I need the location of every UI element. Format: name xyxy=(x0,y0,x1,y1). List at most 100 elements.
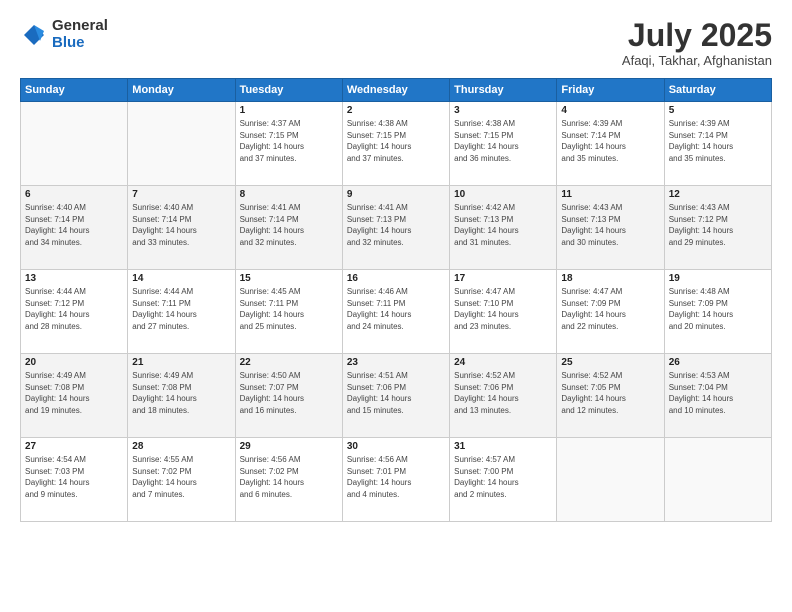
title-month: July 2025 xyxy=(622,18,772,53)
table-row: 24 Sunrise: 4:52 AM Sunset: 7:06 PM Dayli… xyxy=(450,354,557,438)
calendar-week-row: 27Sunrise: 4:54 AM Sunset: 7:03 PM Dayli… xyxy=(21,438,772,522)
day-number: 18 xyxy=(561,273,659,284)
day-number: 23 xyxy=(347,357,445,368)
day-number: 9 xyxy=(347,189,445,200)
day-number: 6 xyxy=(25,189,123,200)
day-number: 26 xyxy=(669,357,767,368)
col-thursday: Thursday xyxy=(450,79,557,102)
table-row: 8 Sunrise: 4:41 AM Sunset: 7:14 PM Daylig… xyxy=(235,186,342,270)
day-number: 2 xyxy=(347,105,445,116)
table-row: 12Sunrise: 4:43 AM Sunset: 7:12 PM Dayli… xyxy=(664,186,771,270)
title-location: Afaqi, Takhar, Afghanistan xyxy=(622,53,772,68)
day-info: Sunrise: 4:43 AM Sunset: 7:12 PM Dayligh… xyxy=(669,202,767,248)
table-row: 5Sunrise: 4:39 AM Sunset: 7:14 PM Daylig… xyxy=(664,102,771,186)
day-number: 16 xyxy=(347,273,445,284)
table-row: 25 Sunrise: 4:52 AM Sunset: 7:05 PM Dayli… xyxy=(557,354,664,438)
table-row: 1Sunrise: 4:37 AM Sunset: 7:15 PM Daylig… xyxy=(235,102,342,186)
day-info: Sunrise: 4:52 AM Sunset: 7:06 PM Dayligh… xyxy=(454,370,552,416)
day-number: 10 xyxy=(454,189,552,200)
table-row: 3 Sunrise: 4:38 AM Sunset: 7:15 PM Daylig… xyxy=(450,102,557,186)
day-number: 8 xyxy=(240,189,338,200)
col-monday: Monday xyxy=(128,79,235,102)
table-row: 10 Sunrise: 4:42 AM Sunset: 7:13 PM Dayli… xyxy=(450,186,557,270)
day-number: 25 xyxy=(561,357,659,368)
calendar-week-row: 13Sunrise: 4:44 AM Sunset: 7:12 PM Dayli… xyxy=(21,270,772,354)
day-number: 1 xyxy=(240,105,338,116)
day-number: 3 xyxy=(454,105,552,116)
day-info: Sunrise: 4:38 AM Sunset: 7:15 PM Dayligh… xyxy=(454,118,552,164)
calendar-week-row: 1Sunrise: 4:37 AM Sunset: 7:15 PM Daylig… xyxy=(21,102,772,186)
day-info: Sunrise: 4:39 AM Sunset: 7:14 PM Dayligh… xyxy=(669,118,767,164)
day-number: 22 xyxy=(240,357,338,368)
day-info: Sunrise: 4:57 AM Sunset: 7:00 PM Dayligh… xyxy=(454,454,552,500)
calendar-week-row: 6 Sunrise: 4:40 AM Sunset: 7:14 PM Daylig… xyxy=(21,186,772,270)
day-info: Sunrise: 4:42 AM Sunset: 7:13 PM Dayligh… xyxy=(454,202,552,248)
table-row: 13Sunrise: 4:44 AM Sunset: 7:12 PM Dayli… xyxy=(21,270,128,354)
col-sunday: Sunday xyxy=(21,79,128,102)
table-row: 7 Sunrise: 4:40 AM Sunset: 7:14 PM Daylig… xyxy=(128,186,235,270)
day-info: Sunrise: 4:45 AM Sunset: 7:11 PM Dayligh… xyxy=(240,286,338,332)
table-row: 11 Sunrise: 4:43 AM Sunset: 7:13 PM Dayli… xyxy=(557,186,664,270)
day-number: 24 xyxy=(454,357,552,368)
table-row: 19 Sunrise: 4:48 AM Sunset: 7:09 PM Dayli… xyxy=(664,270,771,354)
table-row: 9 Sunrise: 4:41 AM Sunset: 7:13 PM Daylig… xyxy=(342,186,449,270)
day-info: Sunrise: 4:50 AM Sunset: 7:07 PM Dayligh… xyxy=(240,370,338,416)
table-row: 18 Sunrise: 4:47 AM Sunset: 7:09 PM Dayli… xyxy=(557,270,664,354)
day-info: Sunrise: 4:46 AM Sunset: 7:11 PM Dayligh… xyxy=(347,286,445,332)
day-number: 15 xyxy=(240,273,338,284)
day-number: 28 xyxy=(132,441,230,452)
table-row: 4 Sunrise: 4:39 AM Sunset: 7:14 PM Daylig… xyxy=(557,102,664,186)
day-number: 4 xyxy=(561,105,659,116)
day-info: Sunrise: 4:47 AM Sunset: 7:10 PM Dayligh… xyxy=(454,286,552,332)
day-number: 20 xyxy=(25,357,123,368)
day-info: Sunrise: 4:49 AM Sunset: 7:08 PM Dayligh… xyxy=(132,370,230,416)
logo-blue-text: Blue xyxy=(52,35,108,52)
day-number: 7 xyxy=(132,189,230,200)
day-info: Sunrise: 4:52 AM Sunset: 7:05 PM Dayligh… xyxy=(561,370,659,416)
logo-text: General Blue xyxy=(52,18,108,51)
day-info: Sunrise: 4:41 AM Sunset: 7:14 PM Dayligh… xyxy=(240,202,338,248)
table-row: 15 Sunrise: 4:45 AM Sunset: 7:11 PM Dayli… xyxy=(235,270,342,354)
day-info: Sunrise: 4:40 AM Sunset: 7:14 PM Dayligh… xyxy=(132,202,230,248)
table-row: 16 Sunrise: 4:46 AM Sunset: 7:11 PM Dayli… xyxy=(342,270,449,354)
day-info: Sunrise: 4:47 AM Sunset: 7:09 PM Dayligh… xyxy=(561,286,659,332)
day-number: 11 xyxy=(561,189,659,200)
table-row: 26 Sunrise: 4:53 AM Sunset: 7:04 PM Dayli… xyxy=(664,354,771,438)
day-info: Sunrise: 4:39 AM Sunset: 7:14 PM Dayligh… xyxy=(561,118,659,164)
table-row: 22 Sunrise: 4:50 AM Sunset: 7:07 PM Dayli… xyxy=(235,354,342,438)
table-row: 6Sunrise: 4:40 AM Sunset: 7:14 PM Daylig… xyxy=(21,186,128,270)
day-number: 14 xyxy=(132,273,230,284)
logo-icon xyxy=(20,21,48,49)
table-row: 20 Sunrise: 4:49 AM Sunset: 7:08 PM Dayli… xyxy=(21,354,128,438)
table-row: 14 Sunrise: 4:44 AM Sunset: 7:11 PM Dayli… xyxy=(128,270,235,354)
day-info: Sunrise: 4:56 AM Sunset: 7:01 PM Dayligh… xyxy=(347,454,445,500)
day-info: Sunrise: 4:51 AM Sunset: 7:06 PM Dayligh… xyxy=(347,370,445,416)
day-info: Sunrise: 4:56 AM Sunset: 7:02 PM Dayligh… xyxy=(240,454,338,500)
day-number: 30 xyxy=(347,441,445,452)
title-block: July 2025 Afaqi, Takhar, Afghanistan xyxy=(622,18,772,68)
day-info: Sunrise: 4:44 AM Sunset: 7:11 PM Dayligh… xyxy=(132,286,230,332)
day-info: Sunrise: 4:43 AM Sunset: 7:13 PM Dayligh… xyxy=(561,202,659,248)
day-number: 13 xyxy=(25,273,123,284)
col-wednesday: Wednesday xyxy=(342,79,449,102)
day-info: Sunrise: 4:53 AM Sunset: 7:04 PM Dayligh… xyxy=(669,370,767,416)
table-row xyxy=(128,102,235,186)
header: General Blue July 2025 Afaqi, Takhar, Af… xyxy=(20,18,772,68)
day-number: 19 xyxy=(669,273,767,284)
day-info: Sunrise: 4:49 AM Sunset: 7:08 PM Dayligh… xyxy=(25,370,123,416)
col-friday: Friday xyxy=(557,79,664,102)
table-row: 30 Sunrise: 4:56 AM Sunset: 7:01 PM Dayli… xyxy=(342,438,449,522)
table-row: 27Sunrise: 4:54 AM Sunset: 7:03 PM Dayli… xyxy=(21,438,128,522)
day-info: Sunrise: 4:41 AM Sunset: 7:13 PM Dayligh… xyxy=(347,202,445,248)
day-info: Sunrise: 4:48 AM Sunset: 7:09 PM Dayligh… xyxy=(669,286,767,332)
table-row: 23 Sunrise: 4:51 AM Sunset: 7:06 PM Dayli… xyxy=(342,354,449,438)
table-row: 28Sunrise: 4:55 AM Sunset: 7:02 PM Dayli… xyxy=(128,438,235,522)
day-number: 21 xyxy=(132,357,230,368)
col-tuesday: Tuesday xyxy=(235,79,342,102)
logo: General Blue xyxy=(20,18,108,51)
table-row xyxy=(664,438,771,522)
calendar-table: Sunday Monday Tuesday Wednesday Thursday… xyxy=(20,78,772,522)
day-number: 27 xyxy=(25,441,123,452)
table-row xyxy=(557,438,664,522)
page: General Blue July 2025 Afaqi, Takhar, Af… xyxy=(0,0,792,612)
